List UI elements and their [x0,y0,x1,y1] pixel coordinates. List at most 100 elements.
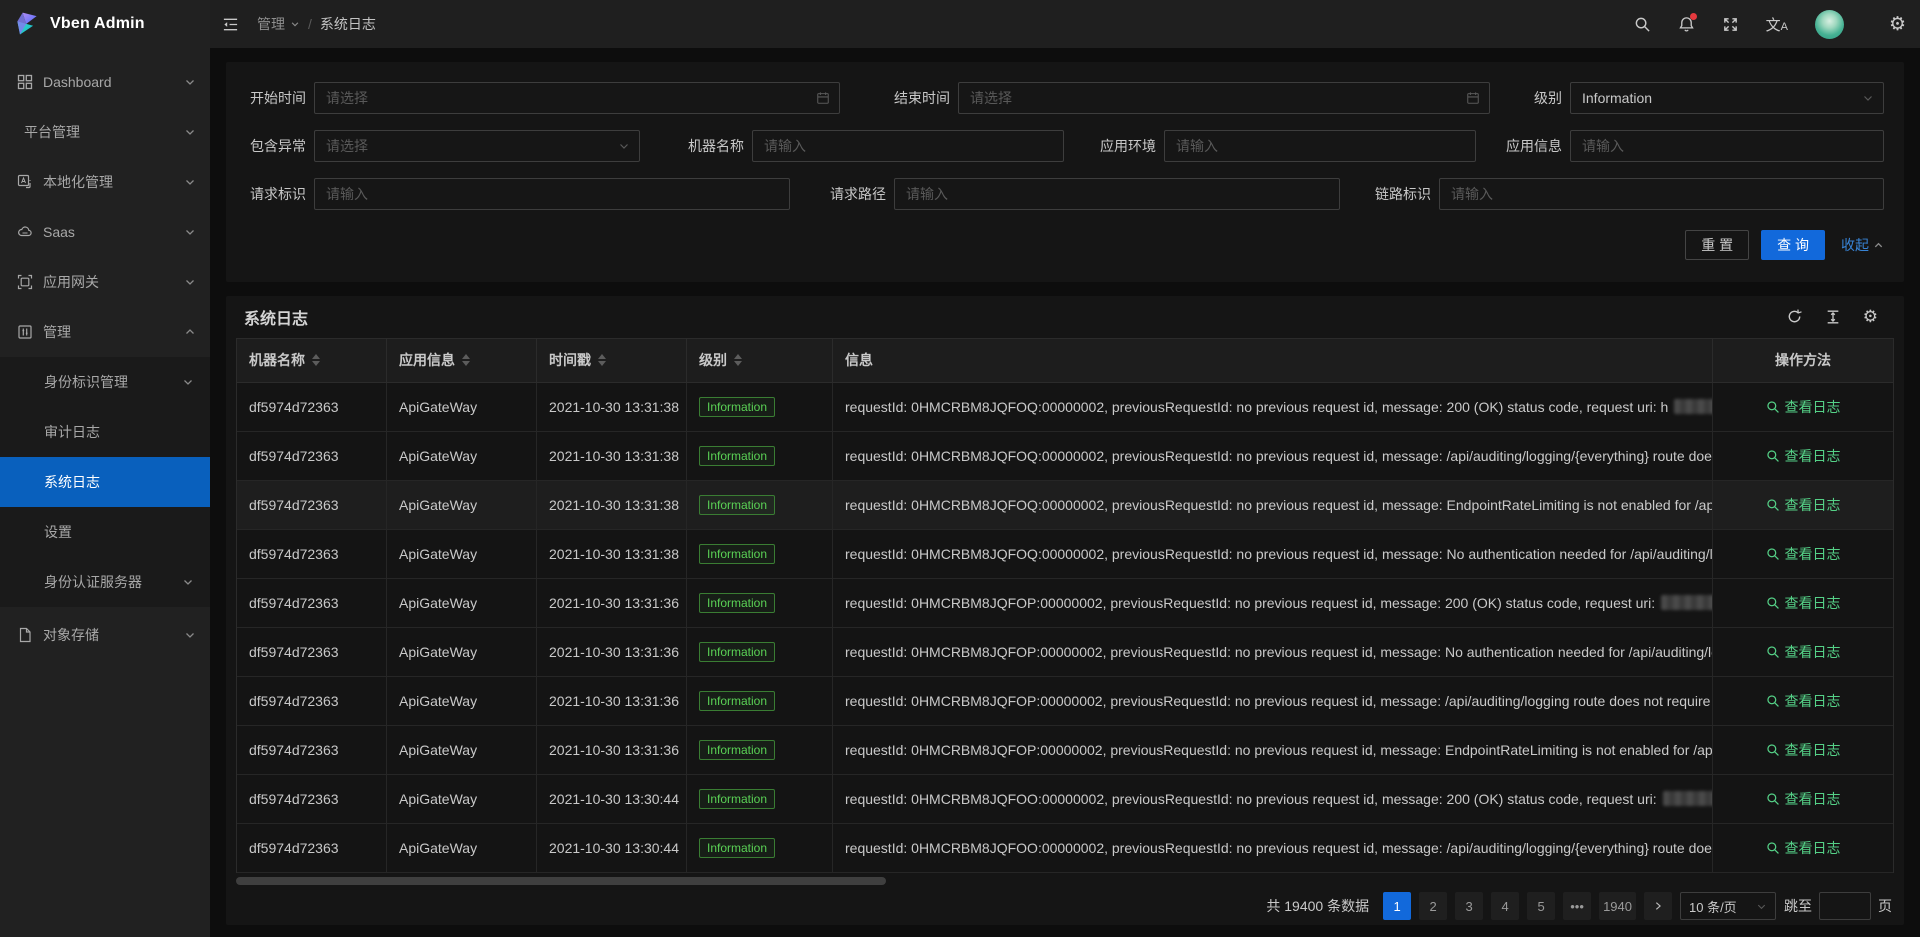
pagination-page[interactable]: 1 [1383,892,1411,920]
breadcrumb-section[interactable]: 管理 [257,14,300,34]
view-log-link[interactable]: 查看日志 [1766,838,1841,858]
machine-name-field[interactable] [752,130,1064,162]
message-text: requestId: 0HMCRBM8JQFOP:00000002, previ… [845,742,1713,758]
menu-fold-icon[interactable] [222,16,239,33]
refresh-icon[interactable] [1786,308,1803,325]
column-header-machine[interactable]: 机器名称 [237,339,387,383]
trace-id-input[interactable] [1440,179,1883,209]
search-button[interactable]: 查 询 [1761,230,1825,260]
view-log-label: 查看日志 [1785,691,1841,711]
view-log-link[interactable]: 查看日志 [1766,789,1841,809]
sidebar-item-object-storage[interactable]: 对象存储 [0,613,210,657]
pagination-page[interactable]: 5 [1527,892,1555,920]
search-icon[interactable] [1634,16,1651,33]
request-path-input[interactable] [895,179,1339,209]
jump-to-page-input[interactable] [1819,892,1871,920]
column-settings-gear-icon[interactable]: ⚙ [1863,308,1878,325]
sort-carets-icon[interactable] [598,354,606,366]
page-size-select[interactable]: 10 条/页 [1680,892,1776,920]
sidebar-item-saas[interactable]: Saas [0,210,210,254]
notification-bell-icon[interactable] [1678,16,1695,33]
view-log-link[interactable]: 查看日志 [1766,446,1841,466]
level-select[interactable]: Information [1570,82,1884,114]
view-log-link[interactable]: 查看日志 [1766,593,1841,613]
sidebar-submenu-item[interactable]: 身份标识管理 [0,357,210,407]
cell-machine-name: df5974d72363 [237,726,387,775]
sidebar-submenu-item[interactable]: 设置 [0,507,210,557]
sidebar-item-localization[interactable]: 本地化管理 [0,160,210,204]
view-log-link[interactable]: 查看日志 [1766,397,1841,417]
fullscreen-icon[interactable] [1722,16,1739,33]
request-id-input[interactable] [315,179,789,209]
level-badge: Information [699,544,775,564]
column-header-message: 信息 [833,339,1713,383]
end-time-label: 结束时间 [890,88,950,108]
start-time-input[interactable] [315,83,839,113]
cloud-icon [17,224,34,241]
view-log-link[interactable]: 查看日志 [1766,740,1841,760]
trace-id-field[interactable] [1439,178,1884,210]
message-text: requestId: 0HMCRBM8JQFOQ:00000002, previ… [845,448,1713,464]
pagination-page[interactable]: 1940 [1599,892,1636,920]
machine-name-input[interactable] [753,131,1063,161]
horizontal-scrollbar-thumb[interactable] [236,877,886,885]
cell-machine-name: df5974d72363 [237,432,387,481]
pagination-total: 共 19400 条数据 [1266,896,1369,916]
cell-timestamp: 2021-10-30 13:31:36 [537,628,687,677]
end-time-datepicker[interactable] [958,82,1490,114]
pagination-page-label: ••• [1570,899,1584,914]
logo[interactable]: Vben Admin [0,0,210,48]
sidebar-item-label: Dashboard [43,74,184,90]
view-log-link[interactable]: 查看日志 [1766,691,1841,711]
sidebar-submenu-item[interactable]: 系统日志 [0,457,210,507]
sidebar: Vben Admin Dashboard 平台管理 [0,0,210,937]
cell-message: requestId: 0HMCRBM8JQFOO:00000002, previ… [833,824,1713,873]
pagination-page[interactable]: 4 [1491,892,1519,920]
end-time-input[interactable] [959,83,1489,113]
has-exception-select[interactable]: 请选择 [314,130,640,162]
pagination-page[interactable]: 2 [1419,892,1447,920]
row-height-icon[interactable] [1825,309,1841,325]
sort-carets-icon[interactable] [312,354,320,366]
view-log-link[interactable]: 查看日志 [1766,544,1841,564]
cell-app-info: ApiGateWay [387,432,537,481]
column-header-timestamp[interactable]: 时间戳 [537,339,687,383]
start-time-datepicker[interactable] [314,82,840,114]
column-header-level[interactable]: 级别 [687,339,833,383]
sidebar-item-platform-management[interactable]: 平台管理 [0,110,210,154]
app-info-field[interactable] [1570,130,1884,162]
sidebar-item-gateway[interactable]: 应用网关 [0,260,210,304]
request-id-field[interactable] [314,178,790,210]
pagination-page-label: 1940 [1603,899,1632,914]
sidebar-item-dashboard[interactable]: Dashboard [0,60,210,104]
sort-carets-icon[interactable] [734,354,742,366]
reset-button[interactable]: 重 置 [1685,230,1749,260]
pagination-page-label: 1 [1393,899,1400,914]
sidebar-submenu-item[interactable]: 身份认证服务器 [0,557,210,607]
gear-icon[interactable]: ⚙ [1889,15,1906,34]
view-log-label: 查看日志 [1785,789,1841,809]
cell-level: Information [687,677,833,726]
cell-app-info: ApiGateWay [387,677,537,726]
table-row: df5974d72363 ApiGateWay 2021-10-30 13:31… [237,481,1893,530]
app-info-input[interactable] [1571,131,1883,161]
sidebar-submenu-item[interactable]: 审计日志 [0,407,210,457]
translate-icon[interactable]: 文A [1766,14,1788,35]
collapse-filters-link[interactable]: 收起 [1841,235,1884,255]
column-header-app-info[interactable]: 应用信息 [387,339,537,383]
has-exception-placeholder: 请选择 [315,136,396,156]
app-env-field[interactable] [1164,130,1476,162]
sort-carets-icon[interactable] [462,354,470,366]
sidebar-item-management[interactable]: 管理 [0,310,210,354]
view-log-link[interactable]: 查看日志 [1766,642,1841,662]
avatar[interactable] [1815,10,1844,39]
pagination-page[interactable]: ••• [1563,892,1591,920]
pagination-next-button[interactable] [1644,892,1672,920]
request-path-field[interactable] [894,178,1340,210]
level-badge: Information [699,838,775,858]
view-log-link[interactable]: 查看日志 [1766,495,1841,515]
logo-icon [13,10,41,38]
message-text: requestId: 0HMCRBM8JQFOP:00000002, previ… [845,693,1713,709]
app-env-input[interactable] [1165,131,1475,161]
pagination-page[interactable]: 3 [1455,892,1483,920]
